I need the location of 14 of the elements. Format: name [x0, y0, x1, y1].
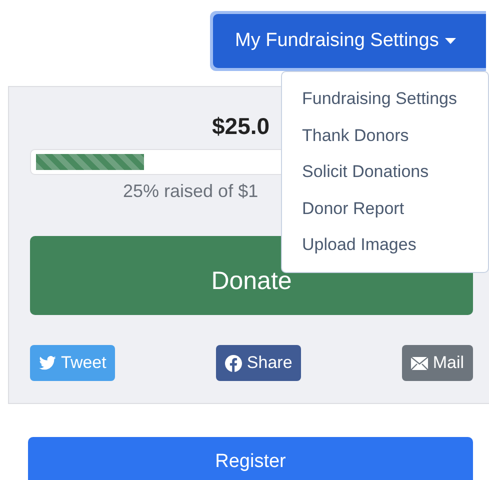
progress-caption: 25% raised of $1: [123, 180, 258, 203]
bird-icon: [39, 356, 56, 370]
menu-item[interactable]: Solicit Donations: [282, 154, 488, 190]
register-button[interactable]: Register: [28, 437, 473, 480]
mail-button[interactable]: Mail: [402, 345, 473, 381]
envelope-icon: [410, 356, 428, 370]
share-button[interactable]: Share: [216, 345, 302, 381]
menu-item[interactable]: Donor Report: [282, 190, 488, 227]
menu-item[interactable]: Thank Donors: [282, 118, 488, 154]
menu-item[interactable]: Fundraising Settings: [282, 81, 488, 118]
facebook-icon: [224, 354, 242, 372]
caret-icon: [444, 38, 456, 44]
dropdown-button[interactable]: My Fundraising Settings: [213, 14, 486, 68]
amount-raised: $25.0: [212, 112, 270, 141]
